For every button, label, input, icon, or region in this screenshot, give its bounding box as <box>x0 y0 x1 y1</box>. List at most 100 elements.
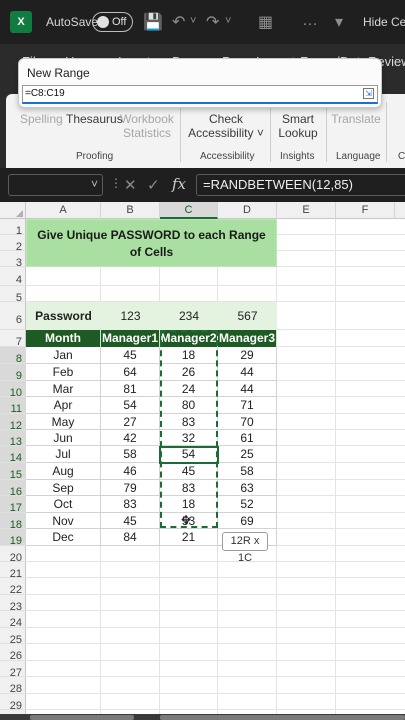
table-cell[interactable]: 44 <box>218 381 277 397</box>
column-header-b[interactable]: B <box>101 202 160 219</box>
check-accessibility-button[interactable]: Check Accessibility ˅ <box>184 112 268 140</box>
row-header[interactable]: 7 <box>0 330 26 348</box>
table-cell[interactable]: 52 <box>218 496 277 513</box>
row-header[interactable]: 6 <box>0 302 26 330</box>
table-cell[interactable]: 71 <box>218 397 277 414</box>
table-cell[interactable]: 63 <box>218 480 277 496</box>
select-all-button[interactable] <box>0 202 26 219</box>
table-header[interactable]: Manager1 <box>101 330 160 347</box>
table-cell[interactable]: Dec <box>26 529 101 546</box>
column-header-f[interactable]: F <box>336 202 395 219</box>
row-header[interactable]: 28 <box>0 677 26 695</box>
table-cell[interactable]: May <box>26 414 101 430</box>
row-header[interactable]: 15 <box>0 463 26 481</box>
row-header[interactable]: 26 <box>0 644 26 662</box>
table-cell[interactable]: Apr <box>26 397 101 414</box>
row-header[interactable]: 1 <box>0 219 26 237</box>
more-options-icon[interactable]: ⋮ <box>110 176 122 190</box>
table-cell[interactable]: Sep <box>26 480 101 496</box>
row-header[interactable]: 29 <box>0 694 26 712</box>
table-cell[interactable]: 64 <box>101 364 160 381</box>
row-header[interactable]: 24 <box>0 611 26 629</box>
table-cell[interactable]: Nov <box>26 513 101 529</box>
table-icon[interactable]: ▦ <box>258 12 273 32</box>
table-cell[interactable]: 58 <box>101 446 160 463</box>
row-header[interactable]: 5 <box>0 286 26 304</box>
workbook-statistics-button[interactable]: Workbook Statistics <box>120 112 174 140</box>
row-header[interactable]: 17 <box>0 496 26 514</box>
spelling-button[interactable]: Spelling <box>20 112 63 126</box>
range-reference-input[interactable]: =C8:C19 ⇲ <box>22 85 378 104</box>
column-header-d[interactable]: D <box>218 202 277 219</box>
table-cell[interactable]: 27 <box>101 414 160 430</box>
password-label[interactable]: Password <box>26 302 101 330</box>
thesaurus-button[interactable]: Thesaurus <box>66 112 123 126</box>
enter-icon[interactable]: ✓ <box>147 176 160 194</box>
table-cell[interactable]: Oct <box>26 496 101 513</box>
table-cell[interactable]: 70 <box>218 414 277 430</box>
redo-icon[interactable]: ↷ <box>206 12 219 32</box>
hide-cells-label[interactable]: Hide Ce <box>363 15 405 29</box>
table-cell[interactable]: 42 <box>101 430 160 446</box>
row-header[interactable]: 3 <box>0 251 26 269</box>
password-value[interactable]: 123 <box>101 302 160 330</box>
row-header[interactable]: 11 <box>0 397 26 415</box>
sheet-tab-scrollbar[interactable] <box>30 715 134 720</box>
table-cell[interactable]: Feb <box>26 364 101 381</box>
expand-dialog-icon[interactable]: ⇲ <box>363 88 374 99</box>
horizontal-scrollbar[interactable] <box>160 715 405 720</box>
chevron-down-icon[interactable]: ˅ <box>91 177 98 191</box>
undo-icon[interactable]: ↶ <box>172 12 185 32</box>
row-header[interactable]: 2 <box>0 235 26 253</box>
table-cell[interactable]: Jan <box>26 347 101 364</box>
table-cell[interactable]: 79 <box>101 480 160 496</box>
row-header[interactable]: 13 <box>0 430 26 448</box>
row-header[interactable]: 25 <box>0 628 26 646</box>
autosave-toggle[interactable]: Off <box>92 12 133 32</box>
row-header[interactable]: 23 <box>0 595 26 613</box>
row-header[interactable]: 27 <box>0 661 26 679</box>
table-cell[interactable]: Jun <box>26 430 101 446</box>
more-icon[interactable]: … <box>302 12 318 30</box>
table-cell[interactable]: 46 <box>101 463 160 480</box>
row-header[interactable]: 19 <box>0 529 26 547</box>
table-cell[interactable]: 83 <box>101 496 160 513</box>
active-cell[interactable] <box>159 446 219 464</box>
column-header-e[interactable]: E <box>277 202 336 219</box>
table-header[interactable]: Month <box>26 330 101 347</box>
column-header-c[interactable]: C <box>160 202 218 219</box>
row-header[interactable]: 20 <box>0 546 26 564</box>
table-cell[interactable]: 81 <box>101 381 160 397</box>
table-cell[interactable]: Mar <box>26 381 101 397</box>
row-header[interactable]: 14 <box>0 446 26 464</box>
customize-icon[interactable]: ▾ <box>335 12 343 32</box>
table-header[interactable]: Manager3 <box>218 330 277 347</box>
translate-button[interactable]: Translate <box>330 112 382 126</box>
table-cell[interactable]: Aug <box>26 463 101 480</box>
table-cell[interactable]: 84 <box>101 529 160 546</box>
row-header[interactable]: 22 <box>0 578 26 596</box>
row-header[interactable]: 8 <box>0 347 26 365</box>
password-value[interactable]: 234 <box>160 302 218 330</box>
table-cell[interactable]: 45 <box>101 347 160 364</box>
save-icon[interactable]: 💾 <box>143 12 163 32</box>
smart-lookup-button[interactable]: Smart Lookup <box>274 112 322 140</box>
row-header[interactable]: 10 <box>0 381 26 399</box>
table-cell[interactable]: 25 <box>218 446 277 463</box>
table-cell[interactable]: 21 <box>160 529 218 546</box>
password-value[interactable]: 567 <box>218 302 277 330</box>
name-box[interactable]: ˅ <box>8 174 103 196</box>
table-cell[interactable]: 61 <box>218 430 277 446</box>
formula-input[interactable]: =RANDBETWEEN(12,85) <box>196 174 405 196</box>
undo-dropdown-icon[interactable]: ˅ <box>190 15 196 27</box>
cancel-icon[interactable]: ✕ <box>124 176 137 194</box>
insert-function-icon[interactable]: fx <box>172 175 186 193</box>
table-cell[interactable]: 54 <box>101 397 160 414</box>
column-header-a[interactable]: A <box>26 202 101 219</box>
table-cell[interactable]: 44 <box>218 364 277 381</box>
table-cell[interactable]: 58 <box>218 463 277 480</box>
table-cell[interactable]: 45 <box>101 513 160 529</box>
table-cell[interactable]: 69 <box>218 513 277 529</box>
row-header[interactable]: 12 <box>0 414 26 432</box>
row-header[interactable]: 21 <box>0 562 26 580</box>
